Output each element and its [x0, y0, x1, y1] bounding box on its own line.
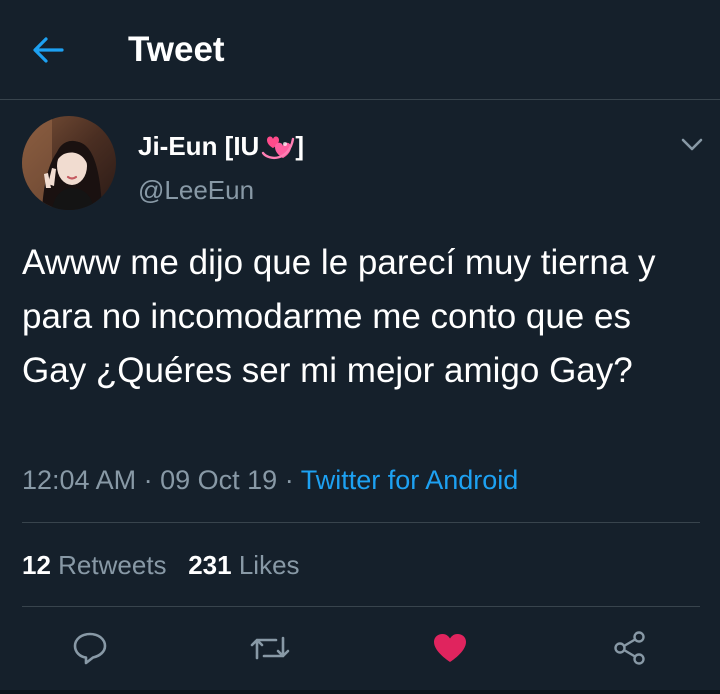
divider [22, 522, 700, 523]
likes-label: Likes [238, 550, 300, 580]
tweet-text: Awww me dijo que le parecí muy tierna y … [22, 243, 656, 390]
tweet-date: 09 Oct 19 [160, 465, 278, 495]
display-name-text: Ji-Eun [IU [138, 131, 260, 161]
display-name[interactable]: Ji-Eun [IU ] [138, 130, 304, 162]
retweets-stat[interactable]: 12 Retweets [22, 550, 167, 580]
retweet-button[interactable] [248, 626, 292, 670]
profile-photo [22, 116, 116, 210]
revolving-hearts-emoji-icon [262, 136, 295, 160]
reply-icon [73, 632, 107, 665]
meta-separator: · [143, 465, 153, 495]
display-name-bracket: ] [295, 131, 305, 161]
username[interactable]: @LeeEun [138, 174, 254, 206]
tweet-options-button[interactable] [678, 132, 706, 156]
like-button[interactable] [428, 626, 472, 670]
avatar[interactable] [22, 116, 116, 210]
tweet-source-link[interactable]: Twitter for Android [301, 465, 519, 495]
retweet-icon [250, 636, 290, 660]
share-icon [614, 631, 645, 665]
meta-separator: · [284, 465, 294, 495]
retweets-count: 12 [22, 550, 51, 580]
tweet-time: 12:04 AM [22, 465, 137, 495]
tweet-stats: 12 Retweets 231 Likes [22, 548, 300, 582]
reply-button[interactable] [68, 626, 112, 670]
tweet-actions-bar [0, 620, 720, 676]
top-app-bar: Tweet [0, 0, 720, 100]
retweets-label: Retweets [58, 550, 167, 580]
tweet-meta: 12:04 AM · 09 Oct 19 · Twitter for Andro… [22, 462, 518, 498]
share-button[interactable] [608, 626, 652, 670]
heart-icon [434, 634, 466, 662]
back-arrow-icon [33, 37, 64, 63]
likes-stat[interactable]: 231 Likes [188, 550, 299, 580]
bottom-divider [0, 690, 720, 694]
divider [22, 606, 700, 607]
display-name-suffix: ] [259, 130, 304, 162]
page-title: Tweet [128, 30, 225, 69]
back-button[interactable] [28, 32, 68, 68]
chevron-down-icon [681, 138, 703, 151]
likes-count: 231 [188, 550, 232, 580]
